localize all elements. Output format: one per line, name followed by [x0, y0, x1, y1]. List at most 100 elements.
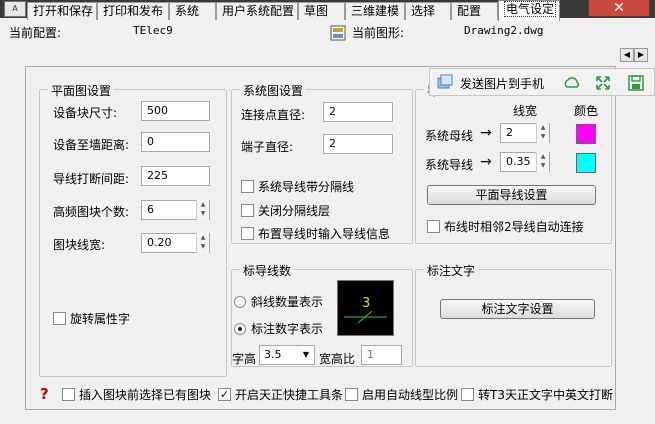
checkbox-label: 开启天正快捷工具条 [235, 388, 344, 402]
system-bus-color-swatch[interactable] [576, 124, 596, 144]
settings-panel: 平面图设置 设备块尺寸: 500 设备至墙距离: 0 导线打断间距: 225 高… [25, 66, 616, 410]
checkbox-label: 系统导线带分隔线 [258, 180, 355, 194]
radio-dot [234, 295, 246, 308]
plan-wire-settings-button[interactable]: 平面导线设置 [427, 185, 596, 205]
current-drawing-value: Drawing2.dwg [464, 24, 544, 37]
checkbox-box [241, 204, 254, 217]
field-label: 连接点直径: [241, 108, 306, 122]
current-drawing-label: 当前图形: [352, 26, 405, 40]
close-button[interactable]: ✕ [588, 0, 650, 17]
save-icon[interactable] [627, 74, 645, 92]
enable-shortcut-toolbar-checkbox[interactable]: ✓ 开启天正快捷工具条 [218, 386, 343, 403]
tab-profiles[interactable]: 配置 [451, 2, 498, 20]
checkbox-label: 旋转属性字 [70, 312, 131, 326]
tab-label: 打开和保存 [33, 4, 94, 18]
tab-electrical-settings[interactable]: 电气设定 [498, 0, 560, 21]
device-wall-distance-input[interactable]: 0 [141, 132, 210, 152]
app-icon: A [4, 1, 26, 17]
tab-label: 三维建模 [351, 4, 400, 18]
checkbox-label: 关闭分隔线层 [258, 204, 331, 218]
hf-block-count-spinner[interactable]: ▲ ▼ [196, 200, 209, 220]
tab-system[interactable]: 系统 [169, 2, 216, 20]
checkbox-box [345, 388, 358, 401]
help-icon[interactable]: ? [40, 385, 49, 403]
phone-send-toolbar: 发送图片到手机 [429, 68, 655, 96]
checkbox-label: 插入图块前选择已有图块 [79, 388, 212, 402]
connection-point-diameter-input[interactable]: 2 [323, 102, 393, 122]
block-linewidth-spinner[interactable]: ▲ ▼ [196, 233, 209, 253]
chevron-down-icon: ▼ [302, 350, 310, 359]
system-bus-label: 系统母线 [425, 129, 474, 143]
column-header-color: 颜色 [574, 104, 599, 118]
auto-linetype-scale-checkbox[interactable]: 启用自动线型比例 [345, 386, 458, 403]
system-wire-label: 系统导线 [425, 158, 474, 172]
arrow-right-icon: → [480, 154, 492, 170]
text-annotation-settings-button[interactable]: 标注文字设置 [440, 299, 595, 319]
number-label-radio[interactable]: 标注数字表示 [234, 320, 323, 337]
field-label: 导线打断间距: [53, 172, 130, 186]
group-title: 平面图设置 [48, 82, 115, 99]
send-to-phone-button[interactable]: 发送图片到手机 [460, 75, 544, 92]
tab-label: 系统 [175, 4, 200, 18]
device-block-size-input[interactable]: 500 [141, 101, 210, 121]
text-height-label: 字高 [232, 352, 257, 366]
cloud-icon[interactable] [563, 74, 581, 92]
t3-text-break-checkbox[interactable]: 转T3天正文字中英文打断 [461, 386, 613, 403]
tab-scroll-left-button[interactable]: ◀ [620, 48, 634, 62]
tab-user-preferences[interactable]: 用户系统配置 [216, 2, 298, 20]
tab-3d-modeling[interactable]: 三维建模 [345, 2, 405, 20]
rotate-attribute-text-checkbox[interactable]: 旋转属性字 [53, 310, 130, 327]
preview-number: 3 [362, 296, 370, 311]
terminal-diameter-input[interactable]: 2 [323, 134, 393, 154]
tab-open-save[interactable]: 打开和保存 [27, 2, 97, 20]
current-config-label: 当前配置: [9, 26, 62, 40]
arrow-right-icon: → [480, 125, 492, 141]
auto-connect-wires-checkbox[interactable]: 布线时相邻2导线自动连接 [427, 218, 584, 235]
checkbox-box [62, 388, 75, 401]
image-icon [437, 74, 453, 89]
wire-count-preview: 3 [337, 280, 394, 336]
checkbox-box [461, 388, 474, 401]
close-separator-layer-checkbox[interactable]: 关闭分隔线层 [241, 202, 330, 219]
tab-label: 选择 [411, 4, 436, 18]
tab-label: 电气设定 [504, 1, 557, 17]
checkbox-box [427, 220, 440, 233]
checkbox-label: 布置导线时输入导线信息 [258, 227, 391, 241]
tab-scroll-right-button[interactable]: ▶ [634, 48, 648, 62]
system-bus-width-spinner[interactable]: ▲ ▼ [536, 123, 549, 143]
system-wire-width-spinner[interactable]: ▲ ▼ [536, 152, 549, 172]
column-header-width: 线宽 [513, 104, 538, 118]
aspect-ratio-label: 宽高比 [319, 352, 356, 366]
tab-label: 打印和发布 [103, 4, 164, 18]
aspect-ratio-input[interactable]: 1 [361, 345, 402, 365]
expand-icon[interactable] [594, 74, 612, 92]
system-wire-color-swatch[interactable] [576, 153, 596, 173]
field-label: 端子直径: [241, 140, 294, 154]
field-label: 图块线宽: [53, 238, 106, 252]
group-title: 标导线数 [240, 262, 295, 279]
group-title: 系统图设置 [240, 82, 307, 99]
tab-label: 用户系统配置 [222, 4, 295, 18]
tab-drafting[interactable]: 草图 [298, 2, 345, 20]
field-label: 设备块尺寸: [53, 106, 118, 120]
select-value: 3.5 [264, 348, 282, 361]
tab-plot-publish[interactable]: 打印和发布 [97, 2, 169, 20]
input-wire-info-checkbox[interactable]: 布置导线时输入导线信息 [241, 225, 390, 242]
radio-label: 斜线数量表示 [251, 295, 324, 309]
checkbox-box [241, 180, 254, 193]
checkbox-box [53, 312, 66, 325]
tab-label: 草图 [304, 4, 329, 18]
tab-selection[interactable]: 选择 [405, 2, 451, 20]
radio-label: 标注数字表示 [251, 322, 324, 336]
checkbox-label: 转T3天正文字中英文打断 [478, 388, 613, 402]
wire-count-preview-graphic: 3 [344, 296, 387, 324]
select-existing-block-checkbox[interactable]: 插入图块前选择已有图块 [62, 386, 211, 403]
checkbox-box [241, 227, 254, 240]
text-height-select[interactable]: 3.5 ▼ [259, 345, 315, 365]
field-label: 设备至墙距离: [53, 138, 130, 152]
slash-count-radio[interactable]: 斜线数量表示 [234, 293, 323, 310]
options-dialog: A 选项 ✕ 当前配置: TElec9 当前图形: Drawing2.dwg 打… [0, 0, 655, 424]
radio-dot [234, 322, 246, 335]
wire-break-gap-input[interactable]: 225 [141, 166, 210, 186]
system-wire-separator-checkbox[interactable]: 系统导线带分隔线 [241, 178, 354, 195]
